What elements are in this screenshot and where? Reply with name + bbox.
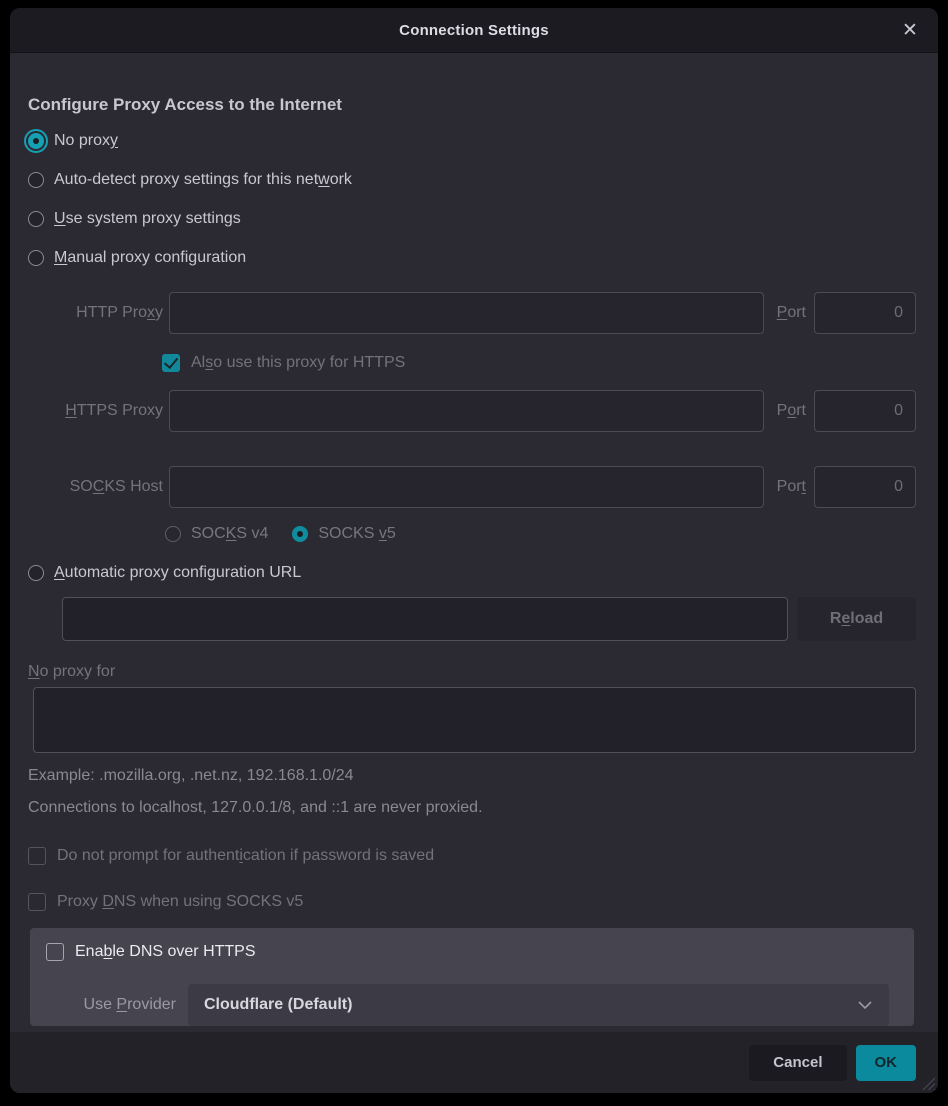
no-prompt-auth-checkbox-row: Do not prompt for authentication if pass… bbox=[28, 845, 916, 867]
https-port-input bbox=[814, 390, 916, 432]
provider-dropdown: Cloudflare (Default) bbox=[188, 984, 889, 1026]
enable-doh-checkbox-row[interactable]: Enable DNS over HTTPS bbox=[46, 941, 889, 963]
http-proxy-label: HTTP Proxy bbox=[28, 304, 163, 322]
https-port-label: Port bbox=[777, 402, 806, 420]
socks-v4-label: SOCKS v4 bbox=[191, 525, 268, 543]
unchecked-checkbox-icon bbox=[28, 847, 46, 865]
ok-button[interactable]: OK bbox=[856, 1045, 917, 1081]
provider-dropdown-value: Cloudflare (Default) bbox=[204, 996, 352, 1014]
radio-auto-url-label: Automatic proxy configuration URL bbox=[54, 564, 301, 582]
resize-grip[interactable] bbox=[918, 1073, 935, 1090]
http-port-label: Port bbox=[777, 304, 806, 322]
auto-url-input bbox=[62, 597, 788, 641]
radio-selected-icon[interactable] bbox=[28, 133, 44, 149]
http-proxy-input bbox=[169, 292, 764, 334]
radio-manual-label: Manual proxy configuration bbox=[54, 249, 246, 267]
radio-unselected-icon[interactable] bbox=[28, 172, 44, 188]
no-proxy-example-text: Example: .mozilla.org, .net.nz, 192.168.… bbox=[28, 767, 916, 785]
page-title: Configure Proxy Access to the Internet bbox=[28, 95, 916, 115]
close-icon[interactable]: ✕ bbox=[896, 8, 924, 53]
proxy-dns-checkbox-row: Proxy DNS when using SOCKS v5 bbox=[28, 891, 916, 913]
socks-host-label: SOCKS Host bbox=[28, 478, 163, 496]
radio-use-system[interactable]: Use system proxy settings bbox=[28, 207, 916, 231]
radio-unselected-icon[interactable] bbox=[28, 565, 44, 581]
socks-port-label: Port bbox=[777, 478, 806, 496]
doh-section: Enable DNS over HTTPS Use Provider Cloud… bbox=[30, 928, 914, 1026]
unchecked-checkbox-icon bbox=[28, 893, 46, 911]
no-proxy-for-label: No proxy for bbox=[28, 663, 916, 681]
dialog-content: Configure Proxy Access to the Internet N… bbox=[10, 53, 938, 1032]
unchecked-checkbox-icon[interactable] bbox=[46, 943, 64, 961]
radio-unselected-icon bbox=[165, 526, 181, 542]
use-provider-label: Use Provider bbox=[46, 996, 176, 1014]
https-proxy-label: HTTPS Proxy bbox=[28, 402, 163, 420]
radio-no-proxy[interactable]: No proxy bbox=[28, 129, 916, 153]
reload-button: Reload bbox=[797, 597, 916, 641]
radio-auto-detect-label: Auto-detect proxy settings for this netw… bbox=[54, 171, 352, 189]
checked-checkbox-icon bbox=[162, 354, 180, 372]
no-proxy-note-text: Connections to localhost, 127.0.0.1/8, a… bbox=[28, 799, 916, 817]
also-https-label: Also use this proxy for HTTPS bbox=[191, 354, 405, 372]
dialog-titlebar: Connection Settings ✕ bbox=[10, 8, 938, 53]
no-proxy-for-textarea bbox=[33, 687, 916, 753]
cancel-button[interactable]: Cancel bbox=[749, 1045, 846, 1081]
proxy-dns-label: Proxy DNS when using SOCKS v5 bbox=[57, 893, 303, 911]
socks-host-input bbox=[169, 466, 764, 508]
radio-unselected-icon[interactable] bbox=[28, 211, 44, 227]
http-port-input bbox=[814, 292, 916, 334]
no-prompt-auth-label: Do not prompt for authentication if pass… bbox=[57, 847, 434, 865]
socks-port-input bbox=[814, 466, 916, 508]
radio-auto-detect[interactable]: Auto-detect proxy settings for this netw… bbox=[28, 168, 916, 192]
radio-no-proxy-label: No proxy bbox=[54, 132, 118, 150]
also-https-checkbox-row: Also use this proxy for HTTPS bbox=[162, 352, 916, 374]
chevron-down-icon bbox=[857, 998, 873, 1016]
enable-doh-label: Enable DNS over HTTPS bbox=[75, 943, 256, 961]
radio-selected-icon bbox=[292, 526, 308, 542]
radio-unselected-icon[interactable] bbox=[28, 250, 44, 266]
connection-settings-dialog: Connection Settings ✕ Configure Proxy Ac… bbox=[10, 8, 938, 1093]
dialog-title: Connection Settings bbox=[399, 22, 549, 39]
dialog-footer: Cancel OK bbox=[10, 1032, 938, 1093]
socks-v5-label: SOCKS v5 bbox=[318, 525, 395, 543]
https-proxy-input bbox=[169, 390, 764, 432]
radio-use-system-label: Use system proxy settings bbox=[54, 210, 241, 228]
radio-manual[interactable]: Manual proxy configuration bbox=[28, 246, 916, 270]
radio-auto-url[interactable]: Automatic proxy configuration URL bbox=[28, 561, 916, 585]
